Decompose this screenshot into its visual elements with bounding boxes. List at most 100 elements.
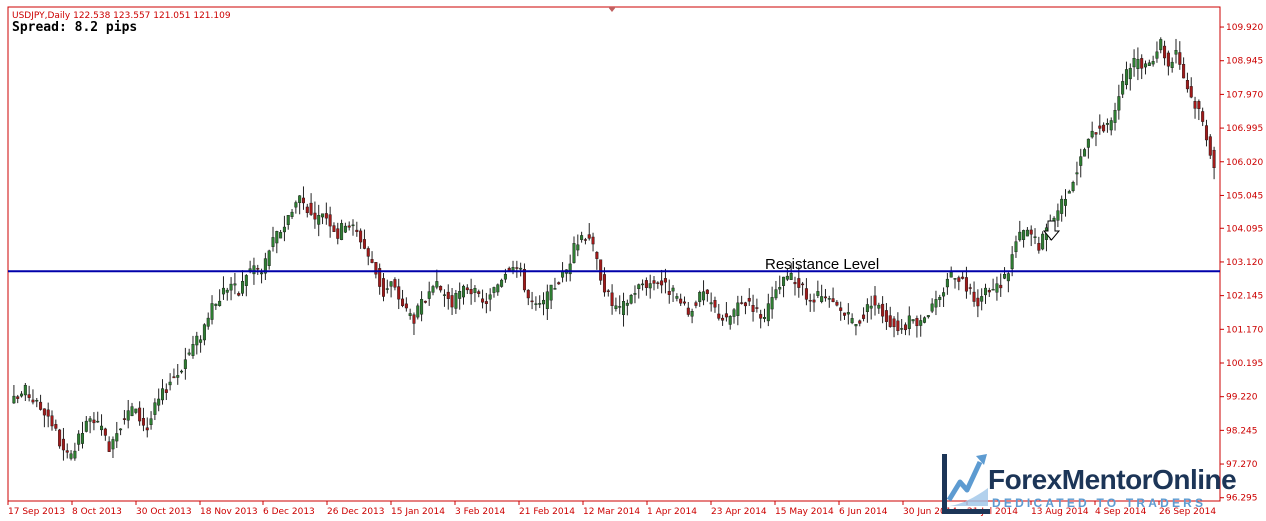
candle [873, 286, 877, 316]
candle [267, 249, 271, 270]
y-tick-label: 103.120 [1226, 258, 1263, 268]
candle-body [831, 298, 835, 303]
candle-body [427, 291, 431, 299]
candle-body [1018, 231, 1022, 241]
candle [656, 281, 660, 289]
y-tick-label: 105.045 [1226, 191, 1263, 201]
candle-body [789, 272, 793, 280]
candle [1113, 102, 1117, 131]
candle [1159, 37, 1163, 54]
candle [378, 263, 382, 295]
candle-body [709, 302, 713, 305]
candle [968, 283, 972, 295]
candle [823, 288, 827, 302]
candle-body [183, 359, 187, 369]
candle-body [1067, 191, 1071, 194]
candle-body [195, 335, 199, 346]
candle-body [210, 303, 214, 320]
candle [473, 285, 477, 303]
candle-body [88, 418, 92, 422]
candle [1029, 225, 1033, 247]
x-tick-label: 6 Dec 2013 [263, 507, 315, 517]
candle-body [80, 433, 84, 444]
candle [1163, 40, 1167, 66]
candle-body [595, 252, 599, 259]
candle [122, 409, 126, 425]
candle-body [530, 300, 534, 303]
candle [667, 279, 671, 304]
candle-body [515, 267, 519, 269]
candle-body [290, 211, 294, 217]
candle [321, 213, 325, 225]
candle-body [305, 206, 309, 214]
candle [481, 289, 485, 309]
candle-body [930, 303, 934, 312]
candle [84, 416, 88, 433]
candle-body [1006, 273, 1010, 282]
candle-body [279, 232, 283, 239]
candle-body [949, 271, 953, 278]
candle [1197, 99, 1201, 121]
candle-body [743, 302, 747, 307]
candle-body [522, 269, 526, 291]
candle [820, 284, 824, 304]
candle-body [332, 225, 336, 232]
candle [500, 278, 504, 288]
candle-body [580, 235, 584, 240]
candle [1022, 229, 1026, 248]
candle-body [919, 320, 923, 326]
candle-body [587, 234, 591, 239]
candle [549, 284, 553, 310]
candle [839, 301, 843, 321]
candle [454, 289, 458, 314]
candle [526, 289, 530, 306]
candle [519, 262, 523, 277]
candle-body [1132, 57, 1136, 68]
candle-body [835, 301, 839, 306]
candle [591, 232, 595, 252]
candle [61, 427, 65, 461]
candle [641, 279, 645, 291]
candle [663, 268, 667, 294]
shift-marker-icon [608, 7, 616, 12]
candle-body [599, 259, 603, 281]
candle [728, 315, 732, 330]
candle [241, 270, 245, 297]
candle-body [583, 239, 587, 241]
candle [622, 292, 626, 327]
x-tick-label: 18 Nov 2013 [200, 507, 258, 517]
x-tick-label: 12 Mar 2014 [583, 507, 640, 517]
candle-series [12, 37, 1216, 461]
candle-body [945, 278, 949, 288]
candle [381, 272, 385, 302]
candle-body [812, 299, 816, 303]
candle [961, 271, 965, 280]
candle-body [827, 298, 831, 300]
candle-body [1170, 61, 1174, 68]
candle [747, 288, 751, 306]
candle [942, 287, 946, 307]
candle-body [42, 408, 46, 416]
candle-body [1090, 130, 1094, 138]
candle-body [1083, 149, 1087, 157]
candle-body [545, 291, 549, 309]
candle-body [481, 298, 485, 303]
candle [751, 294, 755, 322]
candle-body [130, 406, 134, 417]
y-tick-label: 98.245 [1226, 426, 1258, 436]
candle [164, 383, 168, 401]
candle [682, 296, 686, 306]
candle-body [27, 394, 31, 398]
candle [298, 195, 302, 215]
candle [1094, 132, 1098, 147]
candle-body [202, 324, 206, 341]
candle-body [50, 415, 54, 427]
candle [755, 298, 759, 313]
candle-body [804, 288, 808, 300]
candle [1201, 107, 1205, 127]
candle-body [602, 274, 606, 293]
candle-body [926, 315, 930, 318]
candle-body [728, 316, 732, 325]
candle-body [408, 313, 412, 316]
candle [812, 293, 816, 312]
